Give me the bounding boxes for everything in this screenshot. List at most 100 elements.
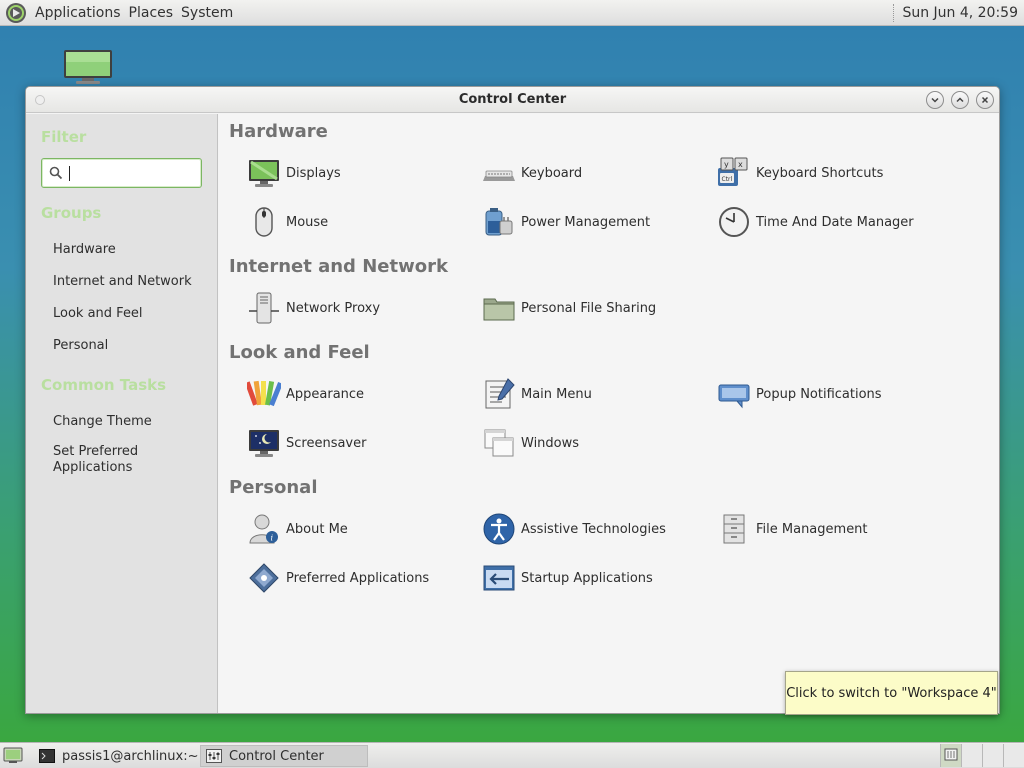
preferred-apps-icon [249,563,279,593]
about-me-icon: i [249,514,278,544]
filter-input[interactable] [41,158,202,188]
file-cabinet-icon [723,514,745,544]
item-windows[interactable]: Windows [482,425,579,461]
item-label: About Me [286,521,348,537]
group-personal[interactable]: Personal [53,338,108,354]
appearance-icon [247,380,281,407]
filter-heading: Filter [41,128,87,146]
item-label: Keyboard Shortcuts [756,165,884,181]
item-label: Time And Date Manager [756,214,914,230]
window-title: Control Center [458,92,567,107]
item-network-proxy[interactable]: Network Proxy [247,290,380,326]
item-preferred-applications[interactable]: Preferred Applications [247,560,429,596]
top-right-area: Sun Jun 4, 20:59 [893,0,1024,25]
workspace-3[interactable] [982,744,1003,767]
chevron-down-icon [931,97,939,103]
menu-applications[interactable]: Applications [31,5,125,21]
keyboard-shortcuts-icon: Ctrl y x [718,157,748,186]
content-area: Hardware Displays Keyboard Ctrl y x Keyb… [219,114,999,713]
item-keyboard-shortcuts[interactable]: Ctrl y x Keyboard Shortcuts [717,155,883,191]
window-thumbnail-icon [944,748,958,761]
item-label: Displays [286,165,341,181]
item-label: Assistive Technologies [521,521,666,537]
screensaver-icon [249,430,279,457]
item-screensaver[interactable]: Screensaver [247,425,366,461]
item-main-menu[interactable]: Main Menu [482,376,592,412]
section-title-internet-network: Internet and Network [229,256,448,277]
mate-logo-icon[interactable] [5,2,27,24]
task-label: Control Center [229,748,324,764]
notification-text: Click to switch to "Workspace 4" [786,685,997,701]
item-label: Windows [521,435,580,451]
item-personal-file-sharing[interactable]: Personal File Sharing [482,290,656,326]
item-label: Popup Notifications [756,386,882,402]
close-button[interactable] [976,91,994,109]
close-icon [981,96,989,104]
workspace-4[interactable] [1003,744,1024,767]
svg-text:Ctrl: Ctrl [722,176,733,183]
mouse-icon [255,207,273,237]
notification-icon [718,384,750,409]
task-control-center[interactable]: Control Center [200,745,368,767]
item-mouse[interactable]: Mouse [247,204,328,240]
startup-apps-icon [483,565,515,591]
item-label: Personal File Sharing [521,300,657,316]
item-assistive-technologies[interactable]: Assistive Technologies [482,511,666,547]
folder-share-icon [483,298,515,321]
display-icon [249,160,279,187]
section-title-personal: Personal [229,477,318,498]
computer-desktop-icon[interactable] [62,48,114,86]
workspace-notification[interactable]: Click to switch to "Workspace 4" [785,671,998,715]
item-appearance[interactable]: Appearance [247,376,364,412]
task-label: passis1@archlinux:~ [62,748,199,764]
item-popup-notifications[interactable]: Popup Notifications [717,376,882,412]
task-terminal[interactable]: passis1@archlinux:~ [34,745,200,767]
item-about-me[interactable]: i About Me [247,511,348,547]
group-hardware[interactable]: Hardware [53,242,116,258]
search-icon [49,166,63,180]
group-look-and-feel[interactable]: Look and Feel [53,306,143,322]
clock[interactable]: Sun Jun 4, 20:59 [902,5,1024,21]
control-center-window: Control Center Filter Groups Hardware In… [25,86,1000,714]
groups-heading: Groups [41,204,102,222]
chevron-up-icon [956,97,964,103]
workspace-2[interactable] [961,744,982,767]
task-set-preferred-applications[interactable]: Set Preferred Applications [53,444,163,476]
item-time-and-date[interactable]: Time And Date Manager [717,204,914,240]
accessibility-icon [483,513,515,545]
menu-system[interactable]: System [177,5,237,21]
menu-places[interactable]: Places [125,5,178,21]
panel-separator [893,3,895,22]
svg-text:x: x [738,160,743,169]
item-label: Appearance [286,386,365,402]
power-icon [485,208,513,236]
titlebar[interactable]: Control Center [26,87,999,113]
minimize-button[interactable] [926,91,944,109]
maximize-button[interactable] [951,91,969,109]
sidebar: Filter Groups Hardware Internet and Netw… [26,114,218,713]
item-label: Network Proxy [286,300,381,316]
item-keyboard[interactable]: Keyboard [482,155,582,191]
group-internet-network[interactable]: Internet and Network [53,274,192,290]
item-displays[interactable]: Displays [247,155,341,191]
workspace-switcher[interactable] [940,744,1024,767]
task-change-theme[interactable]: Change Theme [53,414,152,430]
item-startup-applications[interactable]: Startup Applications [482,560,653,596]
svg-text:y: y [724,160,729,169]
item-file-management[interactable]: File Management [717,511,868,547]
clock-icon [719,207,749,237]
item-label: Main Menu [521,386,592,402]
item-label: Power Management [521,214,651,230]
network-proxy-icon [249,292,279,324]
show-desktop-icon[interactable] [3,747,23,764]
item-power-management[interactable]: Power Management [482,204,650,240]
item-label: File Management [756,521,868,537]
common-tasks-heading: Common Tasks [41,376,167,394]
workspace-1[interactable] [940,744,961,767]
section-title-hardware: Hardware [229,121,328,142]
top-panel: Applications Places System Sun Jun 4, 20… [0,0,1024,26]
item-label: Mouse [286,214,329,230]
item-label: Preferred Applications [286,570,430,586]
svg-text:i: i [271,534,274,543]
windows-icon [484,429,514,457]
